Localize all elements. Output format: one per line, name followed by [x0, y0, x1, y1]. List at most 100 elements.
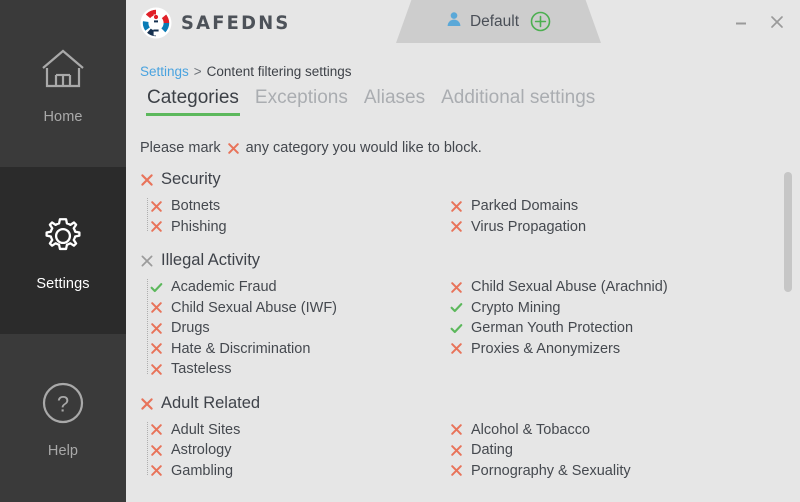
category-label: Pornography & Sexuality: [471, 462, 631, 479]
category-item[interactable]: Alcohol & Tobacco: [450, 420, 760, 441]
category-label: Botnets: [171, 198, 221, 215]
category-label: Parked Domains: [471, 198, 579, 215]
breadcrumb-link-settings[interactable]: Settings: [140, 64, 189, 79]
category-item[interactable]: Gambling: [150, 461, 450, 482]
blocked-x-icon[interactable]: [450, 444, 463, 457]
category-group: Adult Related Adult Sites Astrology Gamblin…: [126, 394, 800, 482]
category-item[interactable]: Tasteless: [150, 359, 450, 380]
breadcrumb-separator: >: [193, 64, 202, 79]
category-label: Drugs: [171, 320, 210, 337]
category-column-right: Alcohol & Tobacco Dating Pornography & Sex…: [450, 420, 760, 482]
category-item[interactable]: Parked Domains: [450, 196, 760, 217]
category-group-header[interactable]: Illegal Activity: [140, 251, 800, 270]
svg-text:?: ?: [57, 391, 69, 416]
gear-icon: [37, 210, 89, 262]
category-item[interactable]: Child Sexual Abuse (Arachnid): [450, 277, 760, 298]
sidebar-item-home[interactable]: Home: [0, 0, 126, 167]
category-label: Adult Sites: [171, 421, 241, 438]
allowed-check-icon[interactable]: [450, 322, 463, 335]
blocked-x-icon[interactable]: [450, 342, 463, 355]
instruction-suffix: any category you would like to block.: [245, 140, 482, 156]
group-guide-line: [147, 421, 148, 475]
tab-label-categories: Categories: [147, 87, 239, 108]
category-group-body: Adult Sites Astrology Gambling Alcohol & To…: [126, 420, 800, 482]
allowed-check-icon[interactable]: [150, 281, 163, 294]
tab-label-additional-settings: Additional settings: [441, 87, 596, 108]
blocked-x-icon[interactable]: [450, 464, 463, 477]
plus-circle-icon[interactable]: [530, 11, 551, 32]
group-guide-line: [147, 198, 148, 231]
blocked-x-icon[interactable]: [450, 200, 463, 213]
categories-content: Please mark any category you would like …: [126, 124, 800, 502]
blocked-x-icon[interactable]: [140, 397, 153, 410]
category-item[interactable]: Crypto Mining: [450, 298, 760, 319]
safedns-lighthouse-logo: [140, 7, 172, 39]
scrollbar-track[interactable]: [782, 148, 794, 502]
profile-selector[interactable]: Default: [396, 0, 601, 43]
blocked-x-icon[interactable]: [150, 322, 163, 335]
blocked-x-icon[interactable]: [450, 423, 463, 436]
blocked-x-icon[interactable]: [150, 464, 163, 477]
category-label: Virus Propagation: [471, 218, 587, 235]
blocked-x-icon[interactable]: [150, 444, 163, 457]
category-item[interactable]: Phishing: [150, 217, 450, 238]
allowed-check-icon[interactable]: [450, 301, 463, 314]
category-column-left: Adult Sites Astrology Gambling: [150, 420, 450, 482]
titlebar: SAFEDNS Default: [126, 0, 800, 47]
tab-categories[interactable]: Categories: [139, 87, 247, 116]
category-group-header[interactable]: Adult Related: [140, 394, 800, 413]
category-label: Crypto Mining: [471, 299, 561, 316]
blocked-x-icon[interactable]: [450, 220, 463, 233]
category-label: Academic Fraud: [171, 279, 277, 296]
blocked-x-icon[interactable]: [140, 173, 153, 186]
blocked-x-icon[interactable]: [450, 281, 463, 294]
tab-additional-settings[interactable]: Additional settings: [433, 87, 603, 116]
question-mark-circle-icon: ?: [37, 377, 89, 429]
instruction-prefix: Please mark: [140, 140, 221, 156]
category-group-title: Security: [161, 170, 221, 188]
category-item[interactable]: Proxies & Anonymizers: [450, 339, 760, 360]
user-icon: [446, 11, 462, 32]
category-item[interactable]: Dating: [450, 440, 760, 461]
category-group: Illegal Activity Academic Fraud Child Sexu…: [126, 251, 800, 380]
tab-aliases[interactable]: Aliases: [356, 87, 433, 116]
category-groups: Security Botnets Phishing Parked Domains Vir…: [126, 170, 800, 481]
tab-exceptions[interactable]: Exceptions: [247, 87, 356, 116]
category-item[interactable]: Drugs: [150, 318, 450, 339]
category-group: Security Botnets Phishing Parked Domains Vir…: [126, 170, 800, 237]
category-item[interactable]: Virus Propagation: [450, 217, 760, 238]
scrollbar-thumb[interactable]: [784, 172, 792, 292]
blocked-x-icon[interactable]: [150, 200, 163, 213]
category-item[interactable]: Academic Fraud: [150, 277, 450, 298]
category-item[interactable]: Botnets: [150, 196, 450, 217]
main-panel: SAFEDNS Default Settings > Content filte…: [126, 0, 800, 502]
tab-label-aliases: Aliases: [363, 87, 426, 108]
category-item[interactable]: Astrology: [150, 440, 450, 461]
category-group-body: Botnets Phishing Parked Domains Virus Propa…: [126, 196, 800, 237]
category-column-right: Parked Domains Virus Propagation: [450, 196, 760, 237]
close-icon[interactable]: [762, 7, 792, 37]
blocked-x-icon[interactable]: [150, 342, 163, 355]
category-item[interactable]: Hate & Discrimination: [150, 339, 450, 360]
blocked-x-icon[interactable]: [150, 423, 163, 436]
app-window: Home Settings ? Help SAFEDNS Default Set…: [0, 0, 800, 502]
blocked-x-icon[interactable]: [150, 220, 163, 233]
minimize-icon[interactable]: [726, 7, 756, 37]
sidebar-item-help[interactable]: ? Help: [0, 334, 126, 501]
category-label: Proxies & Anonymizers: [471, 340, 621, 357]
category-item[interactable]: German Youth Protection: [450, 318, 760, 339]
category-group-header[interactable]: Security: [140, 170, 800, 189]
mixed-x-icon[interactable]: [140, 254, 153, 267]
sidebar-item-label-settings: Settings: [36, 275, 90, 292]
category-label: Child Sexual Abuse (IWF): [171, 299, 338, 316]
sidebar-item-settings[interactable]: Settings: [0, 167, 126, 334]
category-label: Astrology: [171, 442, 232, 459]
sidebar: Home Settings ? Help: [0, 0, 126, 502]
category-item[interactable]: Pornography & Sexuality: [450, 461, 760, 482]
category-label: Gambling: [171, 462, 234, 479]
category-item[interactable]: Child Sexual Abuse (IWF): [150, 298, 450, 319]
blocked-x-icon[interactable]: [150, 301, 163, 314]
category-column-right: Child Sexual Abuse (Arachnid) Crypto Mini…: [450, 277, 760, 380]
blocked-x-icon[interactable]: [150, 363, 163, 376]
category-item[interactable]: Adult Sites: [150, 420, 450, 441]
